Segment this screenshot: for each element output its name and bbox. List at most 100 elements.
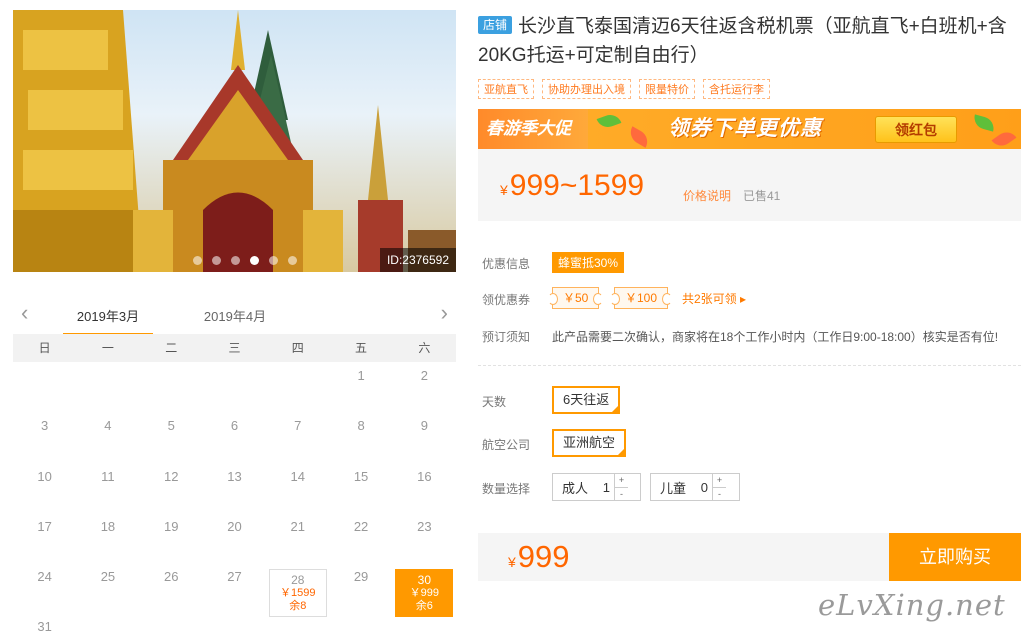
carousel-dot[interactable] [193,256,202,265]
calendar-day: 21 [290,518,306,534]
calendar-empty-cell [13,362,76,412]
child-quantity-stepper[interactable]: 儿童 0 + - [650,473,740,501]
calendar-day: 22 [353,518,369,534]
calendar-day: 24 [37,569,52,585]
leaf-decoration-icon [596,111,622,131]
weekday-label: 五 [355,341,368,355]
price-range: ¥999~1599 [500,169,644,207]
weekday-label: 三 [228,341,241,355]
calendar-month-nav: ‹ 2019年3月 2019年4月 › [13,298,456,335]
banner-main-text: 领券下单更优惠 [668,117,822,140]
calendar-day: 8 [357,418,365,434]
weekday-label: 二 [165,341,178,355]
quantity-label: 数量选择 [482,482,531,496]
calendar-day-remaining: 余6 [415,600,433,613]
price-explanation-link[interactable]: 价格说明 [683,187,731,204]
airline-label: 航空公司 [482,438,531,452]
discount-badge: 蜂蜜抵30% [552,252,625,273]
tag-direct-flight: 亚航直飞 [478,79,534,99]
calendar-day-number: 28 [291,573,305,588]
calendar-day: 19 [163,518,179,534]
sold-count: 已售41 [743,189,781,203]
child-label: 儿童 [660,480,687,496]
calendar-day: 1 [357,368,365,383]
calendar-day[interactable]: 28 ￥1599 余8 [266,563,329,618]
calendar-day: 5 [167,418,175,434]
carousel-dots [193,256,297,265]
minus-icon[interactable]: - [713,486,727,501]
calendar-day: 15 [353,468,369,484]
calendar-day: 16 [417,468,432,484]
calendar-empty-cell [76,362,139,412]
carousel-dot[interactable] [250,256,259,265]
chevron-left-icon[interactable]: ‹ [21,302,28,324]
temple-illustration [13,10,456,272]
tag-immigration-help: 协助办理出入境 [542,79,631,99]
child-quantity-value[interactable]: 0 [694,480,712,495]
get-red-packet-button[interactable]: 领红包 [875,116,957,143]
calendar-day: 7 [294,418,302,434]
tab-month-april[interactable]: 2019年4月 [190,306,280,333]
coupon-total-link[interactable]: 共2张可领 ▸ [682,290,746,307]
calendar-empty-cell [266,362,329,412]
calendar-day: 17 [37,518,52,534]
plus-icon[interactable]: + [615,474,628,487]
adult-quantity-value[interactable]: 1 [596,480,614,495]
calendar-day: 25 [100,569,116,585]
total-price: ¥999 [508,539,570,580]
carousel-dot[interactable] [212,256,221,265]
promo-banner[interactable]: 春游季大促 领券下单更优惠 领红包 [478,109,1021,149]
adult-stepper-controls: + - [614,474,629,501]
days-option-6[interactable]: 6天往返 [552,386,621,414]
coupon-label: 领优惠券 [482,293,531,307]
weekday-label: 四 [291,341,304,355]
tag-luggage-included: 含托运行李 [703,79,770,99]
child-stepper-controls: + - [712,474,727,501]
calendar-day: 4 [104,418,112,434]
carousel-dot[interactable] [288,256,297,265]
leaf-decoration-icon [971,114,997,132]
adult-quantity-stepper[interactable]: 成人 1 + - [552,473,641,501]
chevron-right-icon[interactable]: › [441,302,448,324]
calendar-day: 29 [353,569,369,585]
price-box: ¥999~1599 价格说明 已售41 [478,149,1021,221]
watermark: eLvXing.net [818,588,1006,622]
calendar-grid: 1 2 3 4 5 6 7 8 9 10 11 12 13 14 15 16 17 18 19 20 21 22 23 24 2… [13,362,456,636]
currency-symbol: ¥ [508,554,516,570]
minus-icon[interactable]: - [615,486,629,501]
calendar-day: 20 [227,518,242,534]
weekday-label: 一 [101,341,114,355]
product-photo[interactable]: ID:2376592 [13,10,456,272]
calendar-day-number: 30 [417,573,432,588]
calendar-day: 13 [227,468,242,484]
divider [478,365,1021,366]
plus-icon[interactable]: + [713,474,726,487]
store-badge[interactable]: 店铺 [478,16,513,34]
calendar-day-price: ￥1599 [280,587,316,600]
product-title: 店铺 长沙直飞泰国清迈6天往返含税机票（亚航直飞+白班机+含20KG托运+可定制自… [478,12,1023,70]
carousel-dot[interactable] [231,256,240,265]
coupon-100[interactable]: ￥100 [609,287,673,309]
buy-now-button[interactable]: 立即购买 [889,533,1021,581]
discount-label: 优惠信息 [482,257,531,271]
photo-id-label: ID:2376592 [379,248,456,272]
calendar-day: 6 [230,418,239,434]
calendar-day: 10 [37,468,52,484]
tab-month-march[interactable]: 2019年3月 [63,306,153,335]
coupon-50[interactable]: ￥50 [547,287,604,309]
calendar-day: 23 [417,518,432,534]
calendar-day: 26 [163,569,179,585]
banner-season-text: 春游季大促 [478,109,588,149]
airline-option-airasia[interactable]: 亚洲航空 [552,429,627,457]
calendar-day: 2 [420,368,428,383]
calendar-day-remaining: 余8 [289,600,307,613]
booking-notice: 此产品需要二次确认，商家将在18个工作小时内（工作日9:00-18:00）核实是… [552,330,999,344]
calendar-day: 11 [101,468,115,484]
currency-symbol: ¥ [500,182,508,198]
calendar-weekday-header: 日一二三四五六 [13,334,456,362]
calendar-empty-cell [203,362,266,412]
calendar-day[interactable]: 30 ￥999 余6 [393,563,456,618]
calendar-day-price: ￥999 [409,587,440,600]
carousel-dot[interactable] [269,256,278,265]
calendar-empty-cell [140,362,203,412]
